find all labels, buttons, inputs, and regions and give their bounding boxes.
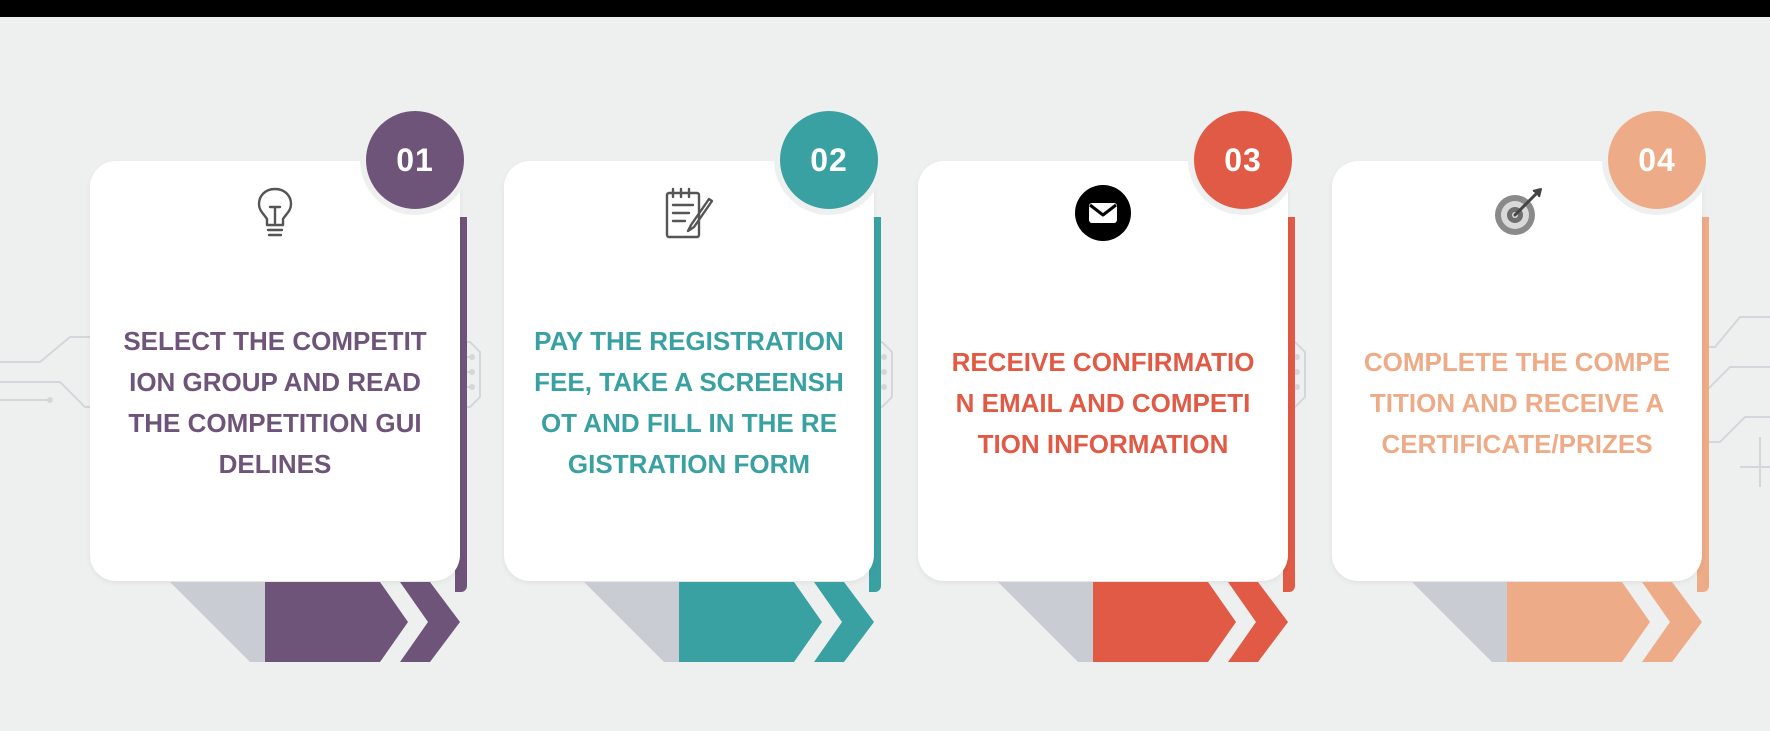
step-2: 02 Pay the registration fee, take a scre… [504, 17, 884, 731]
step-4: 04 Complete the competition and receive … [1332, 17, 1712, 731]
step-1: 01 Select the competition group and read… [90, 17, 470, 731]
step-4-number: 04 [1638, 141, 1676, 178]
lightbulb-icon [90, 181, 460, 245]
step-3-number: 03 [1224, 141, 1262, 178]
step-2-text: Pay the registration fee, take a screens… [534, 326, 844, 479]
step-4-description: Complete the competition and receive a c… [1362, 253, 1672, 553]
step-4-text: Complete the competition and receive a c… [1363, 346, 1671, 459]
step-3-description: Receive confirmation email and competiti… [948, 253, 1258, 553]
step-4-chevron-arrow [1412, 582, 1702, 662]
infographic-frame: 01 Select the competition group and read… [0, 0, 1770, 731]
notepad-pencil-icon [504, 181, 874, 245]
infographic-panel: 01 Select the competition group and read… [0, 17, 1770, 731]
step-1-number: 01 [396, 141, 434, 178]
step-3-text: Receive confirmation email and competiti… [951, 346, 1255, 459]
step-1-text: Select the competition group and read th… [123, 326, 427, 479]
step-3: 03 Receive confirmation email and compet… [918, 17, 1298, 731]
step-2-number: 02 [810, 141, 848, 178]
step-3-chevron-arrow [998, 582, 1288, 662]
step-2-chevron-arrow [584, 582, 874, 662]
target-arrow-icon [1332, 181, 1702, 245]
envelope-icon [918, 181, 1288, 245]
step-2-description: Pay the registration fee, take a screens… [534, 253, 844, 553]
step-1-description: Select the competition group and read th… [120, 253, 430, 553]
step-1-chevron-arrow [170, 582, 460, 662]
